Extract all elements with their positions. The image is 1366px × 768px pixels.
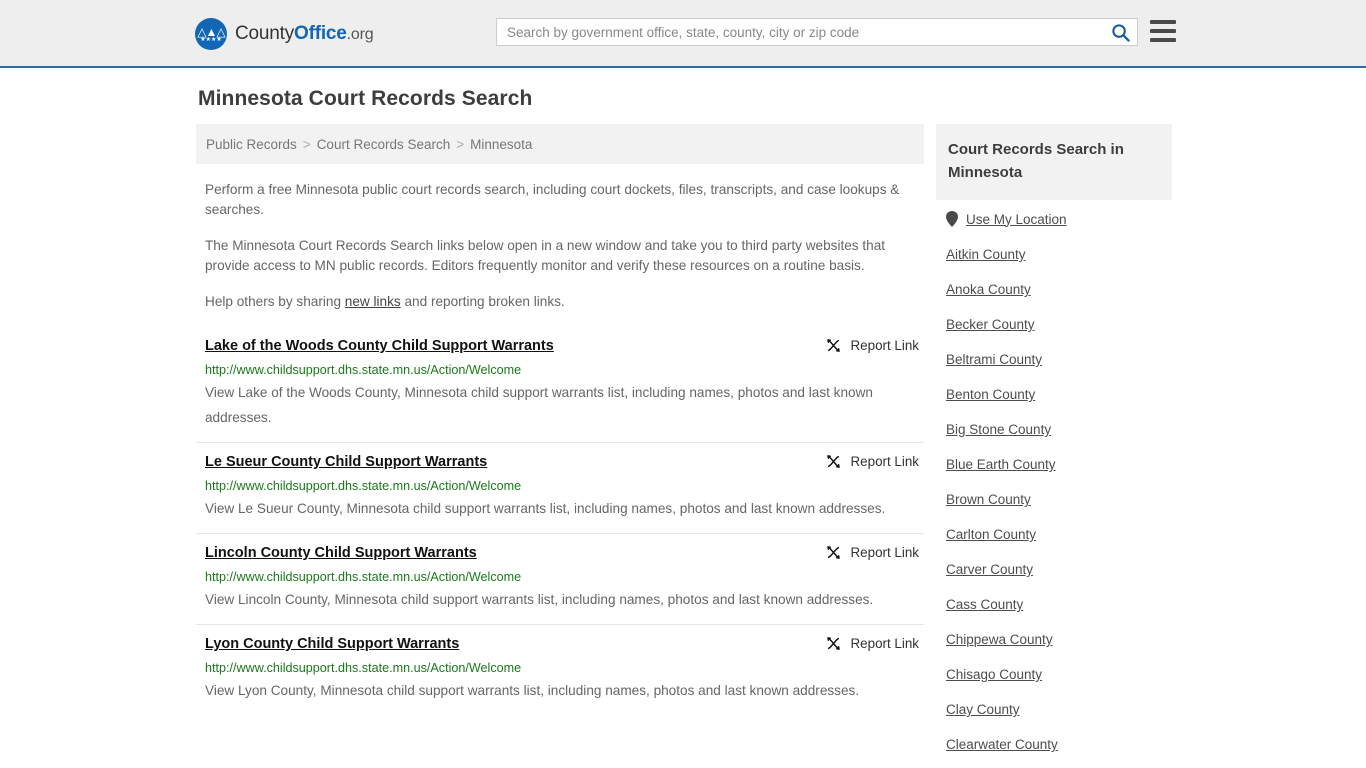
list-item: Anoka County: [936, 272, 1172, 307]
page-title: Minnesota Court Records Search: [198, 87, 533, 110]
report-link-button[interactable]: Report Link: [825, 453, 919, 470]
result-description: View Lincoln County, Minnesota child sup…: [205, 592, 874, 607]
map-pin-icon: [946, 211, 958, 227]
result-description: View Lyon County, Minnesota child suppor…: [205, 683, 860, 698]
breadcrumb-separator: >: [302, 136, 311, 152]
main-content: Public Records > Court Records Search > …: [196, 124, 924, 715]
sidebar-item-benton-county[interactable]: Benton County: [936, 377, 1172, 412]
logo-text-org: .org: [346, 26, 374, 43]
sidebar-item-chisago-county[interactable]: Chisago County: [936, 657, 1172, 692]
intro-paragraph-3: Help others by sharing new links and rep…: [205, 292, 915, 312]
result-title-link[interactable]: Lake of the Woods County Child Support W…: [205, 338, 554, 354]
site-logo[interactable]: △▲△ ★★★★ CountyOffice.org: [195, 18, 374, 50]
hamburger-menu-icon[interactable]: [1150, 20, 1176, 42]
sidebar-item-carlton-county[interactable]: Carlton County: [936, 517, 1172, 552]
report-link-label: Report Link: [850, 338, 919, 353]
logo-text-county: County: [235, 23, 295, 44]
breadcrumb-separator: >: [456, 136, 465, 152]
list-item: Benton County: [936, 377, 1172, 412]
list-item: Cass County: [936, 587, 1172, 622]
county-list: Aitkin County Anoka County Becker County…: [936, 237, 1172, 762]
search-icon: [1111, 23, 1130, 42]
report-link-label: Report Link: [850, 454, 919, 469]
result-title-link[interactable]: Lyon County Child Support Warrants: [205, 636, 459, 652]
result-description: View Le Sueur County, Minnesota child su…: [205, 501, 886, 516]
search-button[interactable]: [1103, 19, 1137, 45]
list-item: Clearwater County: [936, 727, 1172, 762]
sidebar-item-big-stone-county[interactable]: Big Stone County: [936, 412, 1172, 447]
page-body: Minnesota Court Records Search Public Re…: [0, 68, 1366, 752]
hamburger-bar: [1150, 20, 1176, 24]
sidebar-item-aitkin-county[interactable]: Aitkin County: [936, 237, 1172, 272]
report-link-label: Report Link: [850, 636, 919, 651]
breadcrumb-item-court-records-search[interactable]: Court Records Search: [317, 137, 451, 152]
result-item: Le Sueur County Child Support Warrants R…: [196, 442, 924, 533]
sidebar-heading: Court Records Search in Minnesota: [936, 124, 1172, 200]
result-url: http://www.childsupport.dhs.state.mn.us/…: [205, 479, 522, 493]
list-item: Brown County: [936, 482, 1172, 517]
intro-p3-before: Help others by sharing: [205, 294, 345, 309]
site-header: △▲△ ★★★★ CountyOffice.org: [0, 0, 1366, 68]
breadcrumb: Public Records > Court Records Search > …: [196, 124, 924, 164]
result-item: Lyon County Child Support Warrants Repor…: [196, 624, 924, 715]
sidebar-item-blue-earth-county[interactable]: Blue Earth County: [936, 447, 1172, 482]
breadcrumb-item-public-records[interactable]: Public Records: [206, 137, 297, 152]
logo-text-office: Office: [294, 23, 347, 44]
list-item: Beltrami County: [936, 342, 1172, 377]
result-description: View Lake of the Woods County, Minnesota…: [205, 385, 873, 425]
sidebar-item-clay-county[interactable]: Clay County: [936, 692, 1172, 727]
broken-link-icon: [826, 637, 840, 650]
list-item: Big Stone County: [936, 412, 1172, 447]
sidebar: Court Records Search in Minnesota Use My…: [936, 124, 1172, 762]
broken-link-icon: [826, 455, 840, 468]
new-links-link[interactable]: new links: [345, 294, 401, 309]
sidebar-item-brown-county[interactable]: Brown County: [936, 482, 1172, 517]
list-item: Carver County: [936, 552, 1172, 587]
use-my-location-row[interactable]: Use My Location: [936, 200, 1172, 237]
search-bar[interactable]: [496, 18, 1138, 46]
sidebar-item-chippewa-county[interactable]: Chippewa County: [936, 622, 1172, 657]
result-url: http://www.childsupport.dhs.state.mn.us/…: [205, 570, 522, 584]
intro-p3-after: and reporting broken links.: [400, 294, 565, 309]
result-title-link[interactable]: Lincoln County Child Support Warrants: [205, 545, 477, 561]
report-link-button[interactable]: Report Link: [825, 337, 919, 354]
intro-paragraph-1: Perform a free Minnesota public court re…: [205, 182, 900, 217]
broken-link-icon: [826, 546, 840, 559]
report-link-label: Report Link: [850, 545, 919, 560]
list-item: Aitkin County: [936, 237, 1172, 272]
result-item: Lincoln County Child Support Warrants Re…: [196, 533, 924, 624]
search-input[interactable]: [497, 19, 1103, 45]
result-url: http://www.childsupport.dhs.state.mn.us/…: [205, 363, 522, 377]
result-item: Lake of the Woods County Child Support W…: [196, 331, 924, 442]
hamburger-bar: [1150, 29, 1176, 33]
results-list: Lake of the Woods County Child Support W…: [196, 331, 924, 715]
list-item: Carlton County: [936, 517, 1172, 552]
intro-paragraph-2: The Minnesota Court Records Search links…: [205, 238, 886, 273]
sidebar-item-anoka-county[interactable]: Anoka County: [936, 272, 1172, 307]
eagle-seal-icon: △▲△ ★★★★: [195, 18, 227, 50]
list-item: Chisago County: [936, 657, 1172, 692]
intro-section: Perform a free Minnesota public court re…: [196, 180, 924, 312]
result-url: http://www.childsupport.dhs.state.mn.us/…: [205, 661, 522, 675]
sidebar-item-clearwater-county[interactable]: Clearwater County: [936, 727, 1172, 762]
sidebar-item-becker-county[interactable]: Becker County: [936, 307, 1172, 342]
result-title-link[interactable]: Le Sueur County Child Support Warrants: [205, 454, 487, 470]
broken-link-icon: [826, 339, 840, 352]
report-link-button[interactable]: Report Link: [825, 635, 919, 652]
sidebar-item-cass-county[interactable]: Cass County: [936, 587, 1172, 622]
sidebar-item-beltrami-county[interactable]: Beltrami County: [936, 342, 1172, 377]
sidebar-item-carver-county[interactable]: Carver County: [936, 552, 1172, 587]
breadcrumb-item-minnesota[interactable]: Minnesota: [470, 137, 532, 152]
list-item: Becker County: [936, 307, 1172, 342]
use-my-location-link[interactable]: Use My Location: [966, 212, 1067, 227]
list-item: Blue Earth County: [936, 447, 1172, 482]
report-link-button[interactable]: Report Link: [825, 544, 919, 561]
hamburger-bar: [1150, 38, 1176, 42]
list-item: Chippewa County: [936, 622, 1172, 657]
site-logo-text: CountyOffice.org: [235, 23, 374, 45]
list-item: Clay County: [936, 692, 1172, 727]
